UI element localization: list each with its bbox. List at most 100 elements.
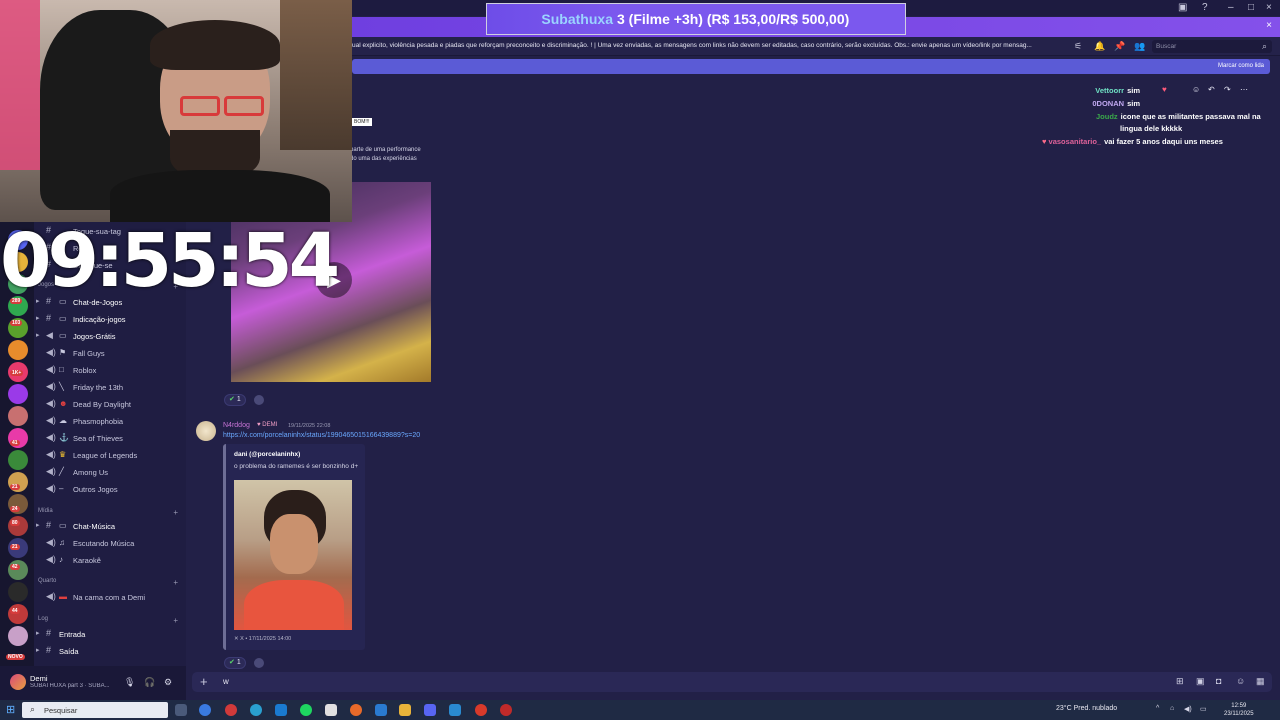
tray-icon[interactable]: ▭ (1200, 705, 1207, 713)
screen-icon[interactable]: ▣ (1178, 2, 1187, 13)
category-quarto[interactable]: Quarto + (38, 578, 186, 587)
gift-icon[interactable]: ⊞ (1176, 676, 1184, 687)
reaction-chip[interactable]: ✔ 1 (224, 657, 246, 669)
opera-icon[interactable] (225, 704, 237, 716)
bell-icon[interactable]: 🔔 (1094, 41, 1105, 52)
app-icon[interactable] (449, 704, 461, 716)
add-channel-icon[interactable]: + (173, 508, 178, 517)
search-icon[interactable]: ⌕ (1262, 41, 1267, 52)
message-input[interactable]: w (223, 677, 229, 686)
minimize-icon[interactable]: – (1228, 2, 1234, 13)
app-icon[interactable] (325, 704, 337, 716)
add-reaction-icon[interactable] (254, 658, 264, 668)
voice-channel[interactable]: ◀) ⚓ Sea of Thieves (34, 431, 186, 445)
voice-channel[interactable]: ◀) – Outros Jogos (34, 482, 186, 496)
category-midia[interactable]: Mídia + (38, 508, 186, 517)
weather-widget[interactable]: 23°C Pred. nublado (1056, 705, 1117, 712)
channel-item[interactable]: ▸ # Saída (34, 644, 186, 658)
tray-arrow-icon[interactable]: ^ (1156, 705, 1159, 712)
forward-icon[interactable]: ↷ (1224, 85, 1231, 94)
channel-item[interactable]: ▸ # ▭ Chat-Música (34, 519, 186, 533)
pin-icon[interactable]: 📌 (1114, 41, 1125, 52)
chrome-icon[interactable] (199, 704, 211, 716)
emoji-icon[interactable]: ☺ (1192, 85, 1200, 94)
message-link[interactable]: https://x.com/porcelaninhx/status/199046… (223, 432, 420, 439)
app-icon[interactable] (475, 704, 487, 716)
windows-start-icon[interactable]: ⊞ (6, 703, 15, 716)
voice-channel[interactable]: ◀) ╱ Among Us (34, 465, 186, 479)
spotify-icon[interactable] (300, 704, 312, 716)
clock[interactable]: 12:59 23/11/2025 (1224, 702, 1254, 718)
avatar[interactable] (10, 674, 26, 690)
add-channel-icon[interactable]: + (173, 616, 178, 625)
apps-icon[interactable]: ▦ (1256, 676, 1265, 687)
obs-icon[interactable] (500, 704, 512, 716)
server-icon[interactable] (8, 582, 28, 602)
message-actions: ♥ ☺ ↶ ↷ ⋯ (1162, 84, 1266, 97)
channel-item[interactable]: ▸ # ▭ Indicação-jogos (34, 312, 186, 326)
help-icon[interactable]: ? (1202, 2, 1208, 13)
embed-author[interactable]: dani (@porcelaninhx) (234, 451, 300, 458)
category-log[interactable]: Log + (38, 616, 186, 625)
message-composer[interactable]: + w ⊞ ▣ ◘ ☺ ▦ (192, 672, 1272, 692)
voice-channel[interactable]: ◀) ☁ Phasmophobia (34, 414, 186, 428)
server-icon[interactable] (8, 450, 28, 470)
heart-reaction-icon[interactable]: ♥ (1162, 85, 1167, 94)
taskbar-search[interactable]: ⌕ Pesquisar (22, 702, 168, 718)
new-messages-bar[interactable]: Marcar como lida (352, 59, 1270, 74)
sticker-icon[interactable]: ◘ (1216, 676, 1221, 686)
link-embed: dani (@porcelaninhx) o problema do ramem… (223, 444, 365, 650)
channel-item[interactable]: ▸ ◀ ▭ Jogos-Grátis (34, 329, 186, 343)
channel-item[interactable]: ▸ # Entrada (34, 627, 186, 641)
server-icon[interactable] (8, 340, 28, 360)
add-reaction-icon[interactable] (254, 395, 264, 405)
server-icon[interactable] (8, 384, 28, 404)
voice-channel[interactable]: ◀) ⚑ Fall Guys (34, 346, 186, 360)
embed-image[interactable] (234, 480, 352, 630)
more-icon[interactable]: ⋯ (1240, 85, 1248, 94)
gif-icon[interactable]: ▣ (1196, 676, 1205, 687)
server-icon[interactable] (8, 604, 28, 624)
threads-icon[interactable]: ⚟ (1074, 41, 1082, 52)
server-icon[interactable] (8, 516, 28, 536)
voice-channel[interactable]: ◀) ♛ League of Legends (34, 448, 186, 462)
banner-close-icon[interactable]: × (1266, 20, 1272, 31)
headphones-icon[interactable]: 🎧 (144, 677, 155, 688)
server-icon[interactable] (8, 626, 28, 646)
add-channel-icon[interactable]: + (173, 578, 178, 587)
attach-icon[interactable]: + (200, 674, 208, 689)
voice-channel[interactable]: ◀) ☻ Dead By Daylight (34, 397, 186, 411)
reaction-chip[interactable]: ✔ 1 (224, 394, 246, 406)
voice-channel[interactable]: ◀) □ Roblox (34, 363, 186, 377)
user-name[interactable]: Demi (30, 674, 48, 683)
maximize-icon[interactable]: □ (1248, 2, 1254, 13)
gear-icon[interactable]: ⚙ (164, 677, 172, 688)
discord-icon[interactable] (424, 704, 436, 716)
voice-channel[interactable]: ◀) ♫ Escutando Música (34, 536, 186, 550)
chat-message: ♥ vasosanitario_ vai fazer 5 anos daqui u… (1042, 137, 1223, 146)
voice-channel[interactable]: ◀) ♪ Karaokê (34, 553, 186, 567)
store-icon[interactable] (275, 704, 287, 716)
channel-topic[interactable]: ual explicito, violência pesada e piadas… (352, 42, 1067, 49)
mail-icon[interactable] (375, 704, 387, 716)
reply-icon[interactable]: ↶ (1208, 85, 1215, 94)
firefox-icon[interactable] (350, 704, 362, 716)
task-view-icon[interactable] (175, 704, 187, 716)
folder-icon[interactable] (399, 704, 411, 716)
microphone-icon[interactable]: 🎙 (124, 677, 135, 688)
server-icon[interactable] (8, 406, 28, 426)
avatar[interactable] (196, 421, 216, 441)
edge-icon[interactable] (250, 704, 262, 716)
voice-channel[interactable]: ◀) ▬ Na cama com a Demi (34, 590, 186, 604)
volume-icon[interactable]: ◀) (1184, 705, 1192, 713)
close-icon[interactable]: × (1266, 2, 1272, 13)
mark-read-button[interactable]: Marcar como lida (1218, 63, 1264, 69)
message-author[interactable]: N4rddog (223, 422, 250, 429)
speaker-icon: ◀) (46, 483, 56, 493)
search-input[interactable]: Buscar (1152, 40, 1272, 53)
voice-channel[interactable]: ◀) ╲ Friday the 13th (34, 380, 186, 394)
server-icon[interactable] (8, 560, 28, 580)
network-icon[interactable]: ⌂ (1170, 705, 1174, 712)
emoji-icon[interactable]: ☺ (1236, 676, 1245, 686)
members-icon[interactable]: 👥 (1134, 41, 1145, 52)
